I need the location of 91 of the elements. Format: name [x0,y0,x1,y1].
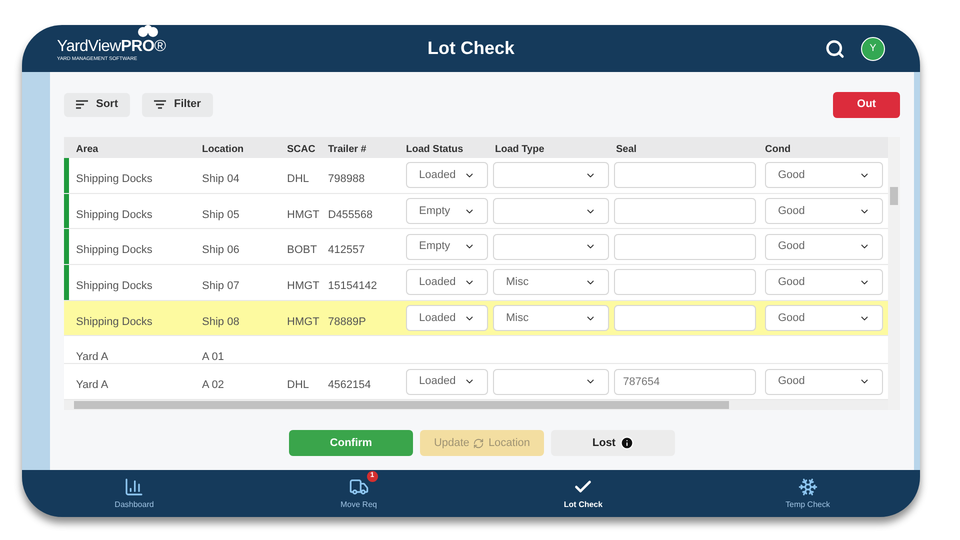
column-header: Area [76,144,98,154]
table-row[interactable]: Shipping Docks Ship 07 HMGT 15154142 Loaded Misc Good [64,265,888,301]
sort-icon [76,100,88,109]
area-text: Shipping Docks [76,208,152,221]
refresh-icon [473,438,484,448]
location-text: Ship 08 [202,316,240,328]
location-text: Ship 07 [202,280,240,292]
load-status-select[interactable]: Loaded [406,269,488,296]
page-title: Lot Check [427,37,514,60]
scac-text: HMGT [287,208,320,221]
column-header: Load Type [495,144,544,154]
column-header: SCAC [287,144,316,154]
load-type-select[interactable]: Misc [493,305,609,332]
column-header: Location [202,144,244,154]
nav-label: Move Req [340,498,377,510]
nav-label: Dashboard [114,498,154,510]
condition-select[interactable]: Good [765,234,883,260]
table-row[interactable]: Yard A A 02 DHL 4562154 Loaded 787654 Good [64,364,888,400]
nav-tab[interactable]: Temp Check [696,470,920,517]
load-type-select[interactable] [493,198,609,224]
load-status-select[interactable]: Empty [406,234,488,260]
logo-icon [135,25,161,38]
table-row[interactable]: Yard A A 01 [64,336,888,364]
seal-field[interactable] [614,234,756,260]
table-row[interactable]: Shipping Docks Ship 08 HMGT 78889P Loaded Misc Good [64,300,888,336]
trailer-text: 78889P [328,316,366,328]
search-icon[interactable] [825,38,845,58]
user-avatar[interactable]: Y [861,36,885,60]
seal-field[interactable] [614,305,756,332]
filter-icon [154,100,166,109]
scac-text: DHL [287,173,310,185]
trailer-text: D455568 [328,208,373,221]
trailer-text: 15154142 [328,280,377,292]
area-text: Shipping Docks [76,244,152,256]
column-header: Load Status [406,144,464,154]
out-button[interactable]: Out [833,92,900,118]
area-text: Yard A [76,351,108,364]
condition-select[interactable]: Good [765,162,883,188]
trailer-text: 798988 [328,173,365,185]
scac-text: BOBT [287,244,317,256]
location-text: Ship 04 [202,173,240,185]
vertical-scrollbar[interactable] [888,137,900,410]
nav-label: Temp Check [786,498,830,510]
column-header: Trailer # [328,144,366,154]
scac-text: HMGT [287,280,320,292]
table-row[interactable]: Shipping Docks Ship 06 BOBT 412557 Empty Good [64,229,888,266]
trailer-text: 412557 [328,244,365,256]
trailer-text: 4562154 [328,379,371,392]
load-type-select[interactable] [493,234,609,260]
seal-field[interactable] [614,198,756,224]
load-type-select[interactable] [493,368,609,395]
condition-select[interactable]: Good [765,368,883,395]
area-text: Yard A [76,379,108,392]
column-header: Cond [765,144,791,154]
snowflake-icon [798,476,818,496]
area-text: Shipping Docks [76,280,152,292]
confirm-button[interactable]: Confirm [289,430,413,456]
area-text: Shipping Docks [76,316,152,328]
info-icon [620,436,634,450]
sort-button[interactable]: Sort [64,92,130,116]
load-type-select[interactable]: Misc [493,269,609,296]
table-row[interactable]: Shipping Docks Ship 05 HMGT D455568 Empty Good [64,194,888,230]
location-text: Ship 06 [202,244,240,256]
condition-select[interactable]: Good [765,305,883,332]
condition-select[interactable]: Good [765,198,883,224]
table-row[interactable]: Shipping Docks Ship 04 DHL 798988 Loaded Good [64,158,888,194]
load-status-select[interactable]: Loaded [406,162,488,188]
load-type-select[interactable] [493,162,609,188]
scac-text: HMGT [287,316,320,328]
lost-button[interactable]: Lost [551,430,675,456]
location-text: A 01 [202,351,224,364]
area-text: Shipping Docks [76,173,152,185]
scac-text: DHL [287,379,310,392]
truck-icon [348,476,369,496]
load-status-select[interactable]: Loaded [406,368,488,395]
logo-text: YardViewPRO® [57,39,166,55]
location-text: Ship 05 [202,208,240,221]
chart-icon [124,476,144,496]
seal-field[interactable] [614,162,756,188]
horizontal-scrollbar[interactable] [64,400,888,410]
nav-label: Lot Check [564,498,603,510]
nav-tab[interactable]: Lot Check [471,470,696,517]
load-status-select[interactable]: Loaded [406,305,488,332]
condition-select[interactable]: Good [765,269,883,296]
nav-tab[interactable]: Dashboard [22,470,246,517]
seal-field[interactable] [614,269,756,296]
column-header: Seal [616,144,637,154]
filter-button[interactable]: Filter [142,92,213,116]
location-text: A 02 [202,379,224,392]
load-status-select[interactable]: Empty [406,198,488,224]
seal-field[interactable]: 787654 [614,368,756,395]
